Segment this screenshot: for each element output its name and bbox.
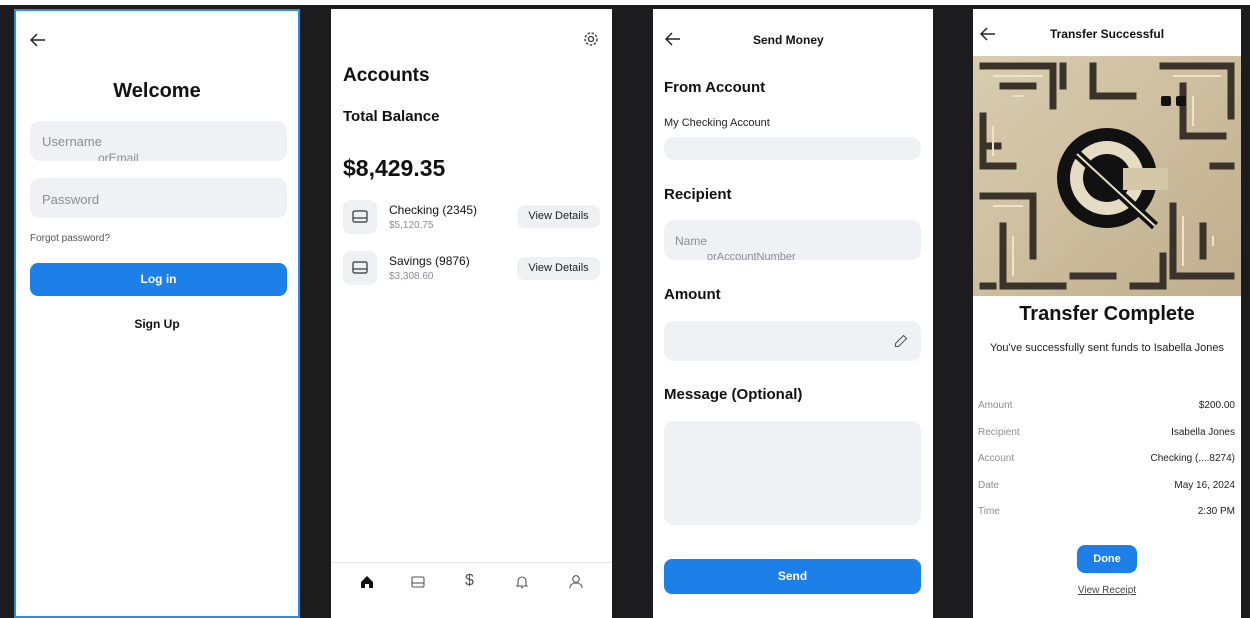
forgot-password-link[interactable]: Forgot password? <box>30 233 110 244</box>
card-icon <box>343 200 377 234</box>
recipient-placeholder: Name <box>675 234 708 248</box>
bottom-nav <box>331 562 612 618</box>
back-arrow-icon[interactable] <box>30 33 46 47</box>
recipient-placeholder-wrap: orAccountNumber <box>707 251 796 260</box>
username-placeholder-wrap: orEmail <box>98 151 139 161</box>
detail-value: Isabella Jones <box>1171 427 1235 438</box>
detail-label: Time <box>978 506 1000 517</box>
detail-value: May 16, 2024 <box>1174 480 1235 491</box>
recipient-label: Recipient <box>664 186 732 203</box>
card-icon <box>343 251 377 285</box>
send-money-screen: Send Money From Account My Checking Acco… <box>653 9 933 618</box>
detail-value: Checking (....8274) <box>1150 453 1236 464</box>
login-screen: Welcome Username orEmail Password Forgot… <box>14 9 300 618</box>
total-balance-value: $8,429.35 <box>343 155 446 181</box>
amount-label: Amount <box>664 286 721 303</box>
view-details-button[interactable]: View Details <box>517 205 600 228</box>
detail-label: Amount <box>978 400 1013 411</box>
page-title: Send Money <box>753 33 824 47</box>
view-details-button[interactable]: View Details <box>517 257 600 280</box>
done-button[interactable]: Done <box>1077 545 1137 573</box>
from-account-value: My Checking Account <box>664 117 770 129</box>
signup-link[interactable]: Sign Up <box>16 317 298 331</box>
account-balance: $3,308.60 <box>389 271 434 282</box>
page-title: Welcome <box>113 80 201 102</box>
detail-value: 2:30 PM <box>1197 506 1235 517</box>
view-receipt-link[interactable]: View Receipt <box>973 585 1241 596</box>
username-placeholder: Username <box>42 134 102 149</box>
message-label: Message (Optional) <box>664 386 803 403</box>
page-title: Transfer Successful <box>1049 27 1165 41</box>
accounts-screen: Accounts Total Balance $8,429.35 Checkin… <box>331 9 612 618</box>
amount-field[interactable] <box>664 321 921 361</box>
account-name: Checking (2345) <box>389 203 478 217</box>
account-balance: $5,120.75 <box>389 220 434 231</box>
from-account-label: From Account <box>664 79 766 96</box>
pencil-edit-icon[interactable] <box>894 334 908 348</box>
login-button[interactable]: Log in <box>30 263 287 296</box>
message-textarea[interactable] <box>664 421 921 525</box>
card-icon[interactable] <box>411 576 425 588</box>
detail-label: Date <box>978 480 1000 491</box>
transfer-message: You've successfully sent funds to Isabel… <box>989 342 1225 354</box>
total-balance-label: Total Balance <box>343 108 440 125</box>
from-account-select[interactable] <box>664 137 921 160</box>
dollar-icon[interactable]: $ <box>465 572 474 590</box>
page-title: Accounts <box>343 65 430 86</box>
transfer-success-screen: Transfer Successful Transfer Complete Yo… <box>973 9 1241 618</box>
send-button[interactable]: Send <box>664 559 921 594</box>
home-icon[interactable] <box>360 575 374 589</box>
bell-icon[interactable] <box>516 575 528 589</box>
transfer-heading: Transfer Complete <box>1019 303 1195 325</box>
back-arrow-icon[interactable] <box>665 32 681 46</box>
settings-gear-icon[interactable] <box>583 31 599 47</box>
detail-value: $200.00 <box>1198 400 1235 411</box>
account-name: Savings (9876) <box>389 254 470 268</box>
detail-label: Recipient <box>978 427 1020 438</box>
transfer-illustration <box>973 56 1241 296</box>
user-icon[interactable] <box>569 574 583 589</box>
password-placeholder: Password <box>42 192 100 207</box>
detail-label: Account <box>978 453 1015 464</box>
